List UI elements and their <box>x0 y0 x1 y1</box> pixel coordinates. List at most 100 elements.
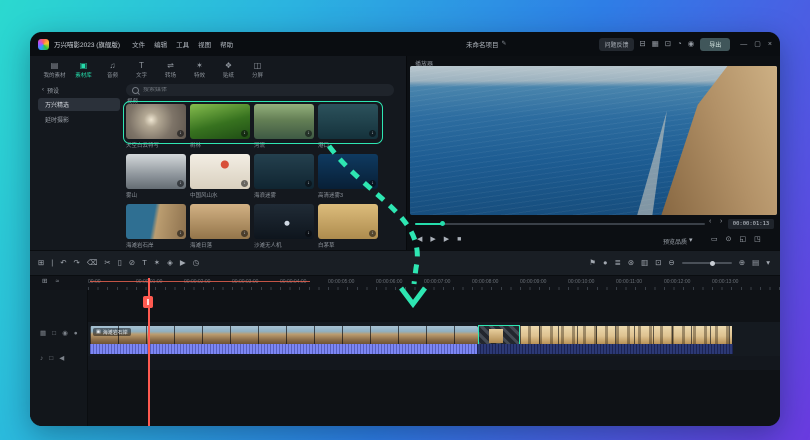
redo-icon[interactable]: ↷ <box>74 259 80 267</box>
media-item[interactable]: ↓沙滩无人机 <box>254 204 314 249</box>
previous-frame-icon[interactable]: ◀ <box>417 236 422 243</box>
clip-2-filmstrip[interactable] <box>520 326 732 344</box>
search-bar[interactable] <box>126 84 394 96</box>
download-icon[interactable]: ↓ <box>369 180 376 187</box>
menu-item-4[interactable]: 帮助 <box>220 39 233 49</box>
back-row[interactable]: ‹ 预设 <box>38 84 120 96</box>
grid-view-icon[interactable]: ▦ <box>652 40 659 48</box>
notifications-icon[interactable]: ◔ <box>677 40 682 48</box>
download-icon[interactable]: ↓ <box>177 130 184 137</box>
menu-item-1[interactable]: 编辑 <box>154 39 167 49</box>
media-thumbnail[interactable]: ↓ <box>190 204 250 239</box>
tab-effects[interactable]: ✶特效 <box>185 56 214 84</box>
step-back-icon[interactable]: ‹ <box>709 218 711 225</box>
playhead-handle[interactable] <box>143 296 153 308</box>
switch-view-icon[interactable]: ⊡ <box>655 259 661 267</box>
video-track-icon[interactable]: ▦ <box>40 331 46 338</box>
audio-track-lane[interactable] <box>88 356 780 370</box>
media-manager-icon[interactable]: ⊞ <box>38 259 44 267</box>
media-thumbnail[interactable]: ↓ <box>318 104 378 139</box>
menu-item-3[interactable]: 视图 <box>198 39 211 49</box>
menu-item-0[interactable]: 文件 <box>132 39 145 49</box>
motion-track-icon[interactable]: ✶ <box>154 259 160 267</box>
fullscreen-icon[interactable]: ◳ <box>754 236 761 243</box>
media-thumbnail[interactable]: ↓ <box>318 154 378 189</box>
rename-project-icon[interactable]: ✎ <box>502 41 507 47</box>
media-item[interactable]: ↓海滩岩石岸 <box>126 204 186 249</box>
video-viewport[interactable] <box>410 66 777 215</box>
next-frame-icon[interactable]: ▶ <box>444 236 449 243</box>
audio-track-icon[interactable]: ♪ <box>40 356 43 363</box>
media-item[interactable]: ↓中国风山水 <box>190 154 250 199</box>
download-icon[interactable]: ↓ <box>241 230 248 237</box>
download-icon[interactable]: ↓ <box>305 180 312 187</box>
search-input[interactable] <box>143 87 388 93</box>
track-manage-icon[interactable]: ⊞ <box>42 279 47 286</box>
marker-icon[interactable]: ⚑ <box>589 259 596 267</box>
step-forward-icon[interactable]: › <box>720 218 722 225</box>
download-icon[interactable]: ↓ <box>305 230 312 237</box>
minimize-button[interactable]: — <box>740 41 747 48</box>
media-thumbnail[interactable]: ↓ <box>126 204 186 239</box>
resources-icon[interactable]: ⊡ <box>665 40 671 48</box>
clip-2-waveform[interactable] <box>477 344 733 354</box>
voiceover-icon[interactable]: ● <box>603 259 608 267</box>
duration-icon[interactable]: ◷ <box>193 259 200 267</box>
mute-icon[interactable]: ◀ <box>59 356 64 363</box>
media-item[interactable]: ↓河流 <box>254 104 314 149</box>
snapshot-icon[interactable]: ⊙ <box>726 236 732 243</box>
monitor-dot-icon[interactable]: ● <box>74 331 78 338</box>
track-layout-icon[interactable]: ▤ <box>752 259 759 267</box>
media-item[interactable]: ↓港口 <box>318 104 378 149</box>
media-thumbnail[interactable]: ↓ <box>254 154 314 189</box>
download-icon[interactable]: ↓ <box>369 230 376 237</box>
media-thumbnail[interactable]: ↓ <box>126 154 186 189</box>
timeline-zoom-slider[interactable] <box>682 262 732 264</box>
media-thumbnail[interactable]: ↓ <box>254 104 314 139</box>
download-icon[interactable]: ↓ <box>177 180 184 187</box>
split-icon[interactable]: ✂ <box>104 259 110 267</box>
media-item[interactable]: ↓雾山 <box>126 154 186 199</box>
workspace-layout-icon[interactable]: ⊟ <box>640 40 646 48</box>
tab-split-screen[interactable]: ◫分屏 <box>243 56 272 84</box>
hide-track-icon[interactable]: ◉ <box>62 331 68 338</box>
undo-icon[interactable]: ↶ <box>60 259 66 267</box>
feedback-button[interactable]: 问题反馈 <box>599 38 633 51</box>
download-icon[interactable]: ↓ <box>305 130 312 137</box>
adjust-icon[interactable]: ⊛ <box>628 259 634 267</box>
speed-icon[interactable]: ⊘ <box>129 259 135 267</box>
delete-icon[interactable]: ⌫ <box>87 259 98 267</box>
download-icon[interactable]: ↓ <box>177 230 184 237</box>
download-icon[interactable]: ↓ <box>241 180 248 187</box>
media-item[interactable]: ↓高清迷雾3 <box>318 154 378 199</box>
play-icon[interactable]: ▶ <box>430 236 435 243</box>
timeline-ruler[interactable]: ⊞≈ 00:0000:00:01:0000:00:02:0000:00:03:0… <box>30 276 780 290</box>
media-thumbnail[interactable]: ↓ <box>318 204 378 239</box>
media-thumbnail[interactable]: ↓ <box>126 104 186 139</box>
export-button[interactable]: 导出 <box>700 38 730 51</box>
tab-my-media[interactable]: ▤我的素材 <box>40 56 69 84</box>
display-device-icon[interactable]: ▭ <box>711 236 718 243</box>
media-thumbnail[interactable]: ↓ <box>190 154 250 189</box>
media-item[interactable]: ↓海滩日落 <box>190 204 250 249</box>
audio-mixer-icon[interactable]: ≣ <box>615 259 621 267</box>
crop-icon[interactable]: ▯ <box>118 259 122 267</box>
account-icon[interactable]: ◉ <box>688 40 695 48</box>
scrub-handle[interactable] <box>440 221 445 226</box>
tab-transitions[interactable]: ⇌转场 <box>156 56 185 84</box>
tab-audio[interactable]: ♫音频 <box>98 56 127 84</box>
media-item[interactable]: ↓树林 <box>190 104 250 149</box>
text-tool-icon[interactable]: T <box>142 259 147 267</box>
media-item[interactable]: ↓白茅草 <box>318 204 378 249</box>
zoom-out-icon[interactable]: ⊖ <box>669 259 675 267</box>
media-item[interactable]: ↓海浪迷雾 <box>254 154 314 199</box>
tab-stock-media[interactable]: ▣素材库 <box>69 56 98 84</box>
zoom-slider-handle[interactable] <box>710 261 715 266</box>
tab-text[interactable]: T文字 <box>127 56 156 84</box>
close-button[interactable]: × <box>768 41 772 48</box>
lock-icon[interactable]: □ <box>49 356 53 363</box>
media-thumbnail[interactable]: ↓ <box>190 104 250 139</box>
category-item-0[interactable]: 万兴精选 <box>38 98 120 111</box>
chevron-down-icon[interactable]: ▾ <box>766 259 770 267</box>
preview-quality-dropdown[interactable]: 预览品质 ▾ <box>663 237 693 246</box>
